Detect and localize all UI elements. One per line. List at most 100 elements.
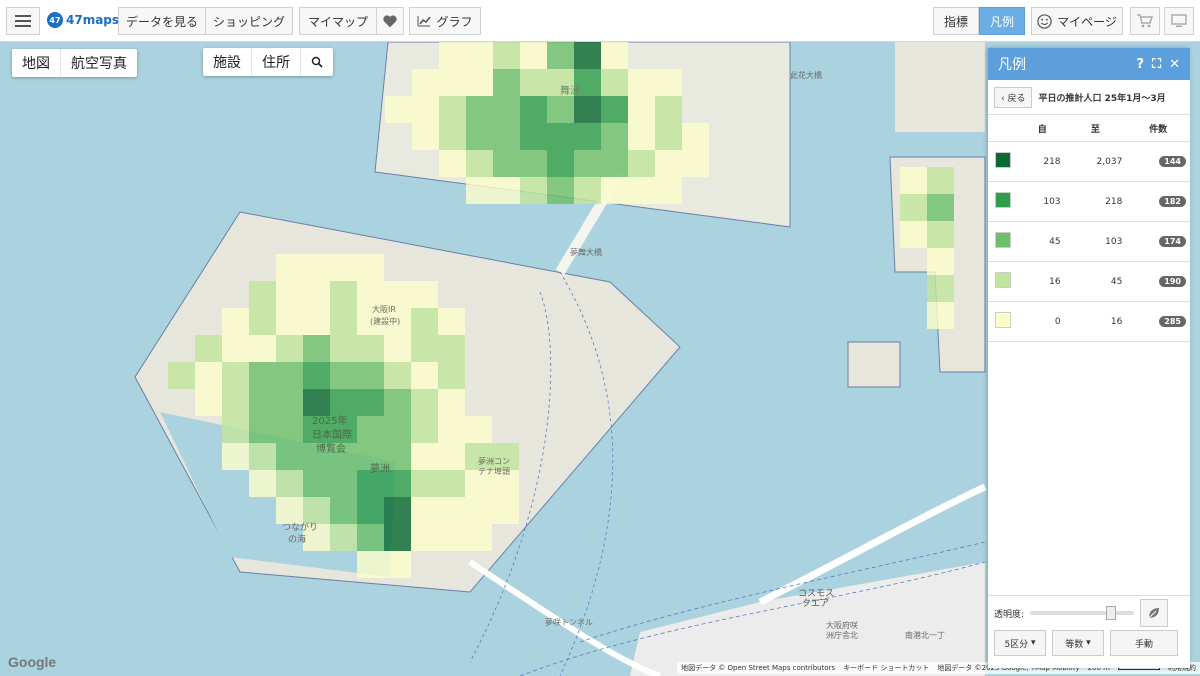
heatmap-cell[interactable] bbox=[412, 123, 439, 150]
heatmap-cell[interactable] bbox=[222, 362, 249, 389]
mymap-button[interactable]: マイマップ bbox=[299, 7, 377, 35]
heatmap-cell[interactable] bbox=[384, 524, 411, 551]
heatmap-cell[interactable] bbox=[249, 335, 276, 362]
heatmap-cell[interactable] bbox=[438, 470, 465, 497]
heatmap-cell[interactable] bbox=[384, 497, 411, 524]
heatmap-cell[interactable] bbox=[628, 96, 655, 123]
heatmap-cell[interactable] bbox=[438, 335, 465, 362]
fullscreen-icon[interactable]: ⛶ bbox=[1152, 57, 1161, 72]
legend-row[interactable]: 103 218 182 bbox=[988, 181, 1190, 222]
heatmap-cell[interactable] bbox=[438, 308, 465, 335]
heatmap-cell[interactable] bbox=[655, 96, 682, 123]
heatmap-cell[interactable] bbox=[628, 177, 655, 204]
heatmap-cell[interactable] bbox=[493, 177, 520, 204]
heatmap-cell[interactable] bbox=[574, 150, 601, 177]
heatmap-cell[interactable] bbox=[439, 69, 466, 96]
heatmap-cell[interactable] bbox=[411, 362, 438, 389]
heatmap-cell[interactable] bbox=[520, 96, 547, 123]
heatmap-cell[interactable] bbox=[249, 362, 276, 389]
heatmap-cell[interactable] bbox=[222, 443, 249, 470]
heatmap-cell[interactable] bbox=[547, 96, 574, 123]
heatmap-cell[interactable] bbox=[330, 497, 357, 524]
heatmap-cell[interactable] bbox=[682, 123, 709, 150]
favorite-button[interactable] bbox=[376, 7, 404, 35]
heatmap-cell[interactable] bbox=[276, 362, 303, 389]
heatmap-cell[interactable] bbox=[520, 42, 547, 69]
heatmap-cell[interactable] bbox=[655, 150, 682, 177]
heatmap-cell[interactable] bbox=[195, 335, 222, 362]
heatmap-cell[interactable] bbox=[195, 362, 222, 389]
opacity-slider[interactable] bbox=[1030, 606, 1135, 620]
heatmap-cell[interactable] bbox=[466, 69, 493, 96]
menu-button[interactable] bbox=[6, 7, 40, 35]
heatmap-cell[interactable] bbox=[249, 470, 276, 497]
heatmap-cell[interactable] bbox=[330, 308, 357, 335]
heatmap-cell[interactable] bbox=[384, 362, 411, 389]
heatmap-cell[interactable] bbox=[466, 177, 493, 204]
heatmap-cell[interactable] bbox=[439, 123, 466, 150]
heatmap-cell[interactable] bbox=[276, 443, 303, 470]
manual-button[interactable]: 手動 bbox=[1110, 630, 1178, 656]
heatmap-cell[interactable] bbox=[411, 470, 438, 497]
legend-row[interactable]: 218 2,037 144 bbox=[988, 141, 1190, 182]
heatmap-cell[interactable] bbox=[249, 416, 276, 443]
heatmap-cell[interactable] bbox=[330, 524, 357, 551]
heatmap-cell[interactable] bbox=[276, 308, 303, 335]
heatmap-cell[interactable] bbox=[927, 221, 954, 248]
heatmap-cell[interactable] bbox=[492, 497, 519, 524]
heatmap-cell[interactable] bbox=[385, 96, 412, 123]
heatmap-cell[interactable] bbox=[411, 524, 438, 551]
heatmap-cell[interactable] bbox=[547, 42, 574, 69]
heatmap-cell[interactable] bbox=[574, 177, 601, 204]
heatmap-cell[interactable] bbox=[682, 150, 709, 177]
heatmap-cell[interactable] bbox=[466, 123, 493, 150]
classes-select[interactable]: 5区分 ▾ bbox=[994, 630, 1046, 656]
shopping-button[interactable]: ショッピング bbox=[205, 7, 293, 35]
heatmap-cell[interactable] bbox=[655, 123, 682, 150]
heatmap-cell[interactable] bbox=[520, 123, 547, 150]
heatmap-cell[interactable] bbox=[547, 123, 574, 150]
heatmap-cell[interactable] bbox=[465, 416, 492, 443]
heatmap-cell[interactable] bbox=[927, 167, 954, 194]
heatmap-cell[interactable] bbox=[303, 254, 330, 281]
leaf-button[interactable] bbox=[1140, 599, 1169, 627]
heatmap-cell[interactable] bbox=[249, 308, 276, 335]
heatmap-cell[interactable] bbox=[493, 96, 520, 123]
cart-button[interactable] bbox=[1130, 7, 1160, 35]
heatmap-cell[interactable] bbox=[927, 275, 954, 302]
heatmap-cell[interactable] bbox=[574, 123, 601, 150]
aerial-view-button[interactable]: 航空写真 bbox=[61, 49, 137, 77]
heatmap-cell[interactable] bbox=[276, 416, 303, 443]
heatmap-cell[interactable] bbox=[438, 443, 465, 470]
heatmap-cell[interactable] bbox=[276, 389, 303, 416]
heatmap-cell[interactable] bbox=[520, 150, 547, 177]
heatmap-cell[interactable] bbox=[927, 248, 954, 275]
heatmap-cell[interactable] bbox=[384, 389, 411, 416]
heatmap-cell[interactable] bbox=[520, 69, 547, 96]
heatmap-cell[interactable] bbox=[601, 42, 628, 69]
method-select[interactable]: 等数 ▾ bbox=[1052, 630, 1104, 656]
heatmap-cell[interactable] bbox=[303, 281, 330, 308]
heatmap-cell[interactable] bbox=[411, 497, 438, 524]
heatmap-cell[interactable] bbox=[411, 335, 438, 362]
heatmap-cell[interactable] bbox=[412, 69, 439, 96]
heatmap-cell[interactable] bbox=[411, 308, 438, 335]
heatmap-cell[interactable] bbox=[547, 177, 574, 204]
heatmap-cell[interactable] bbox=[357, 389, 384, 416]
heatmap-cell[interactable] bbox=[276, 470, 303, 497]
heatmap-cell[interactable] bbox=[357, 362, 384, 389]
heatmap-cell[interactable] bbox=[357, 254, 384, 281]
heatmap-cell[interactable] bbox=[466, 150, 493, 177]
heatmap-cell[interactable] bbox=[655, 177, 682, 204]
heatmap-cell[interactable] bbox=[303, 470, 330, 497]
heatmap-cell[interactable] bbox=[222, 335, 249, 362]
heatmap-cell[interactable] bbox=[493, 150, 520, 177]
heatmap-cell[interactable] bbox=[384, 335, 411, 362]
heatmap-cell[interactable] bbox=[439, 150, 466, 177]
heatmap-cell[interactable] bbox=[601, 96, 628, 123]
facility-button[interactable]: 施設 bbox=[203, 48, 252, 76]
search-button[interactable] bbox=[301, 48, 333, 76]
heatmap-cell[interactable] bbox=[601, 69, 628, 96]
heatmap-cell[interactable] bbox=[493, 42, 520, 69]
heatmap-cell[interactable] bbox=[330, 335, 357, 362]
